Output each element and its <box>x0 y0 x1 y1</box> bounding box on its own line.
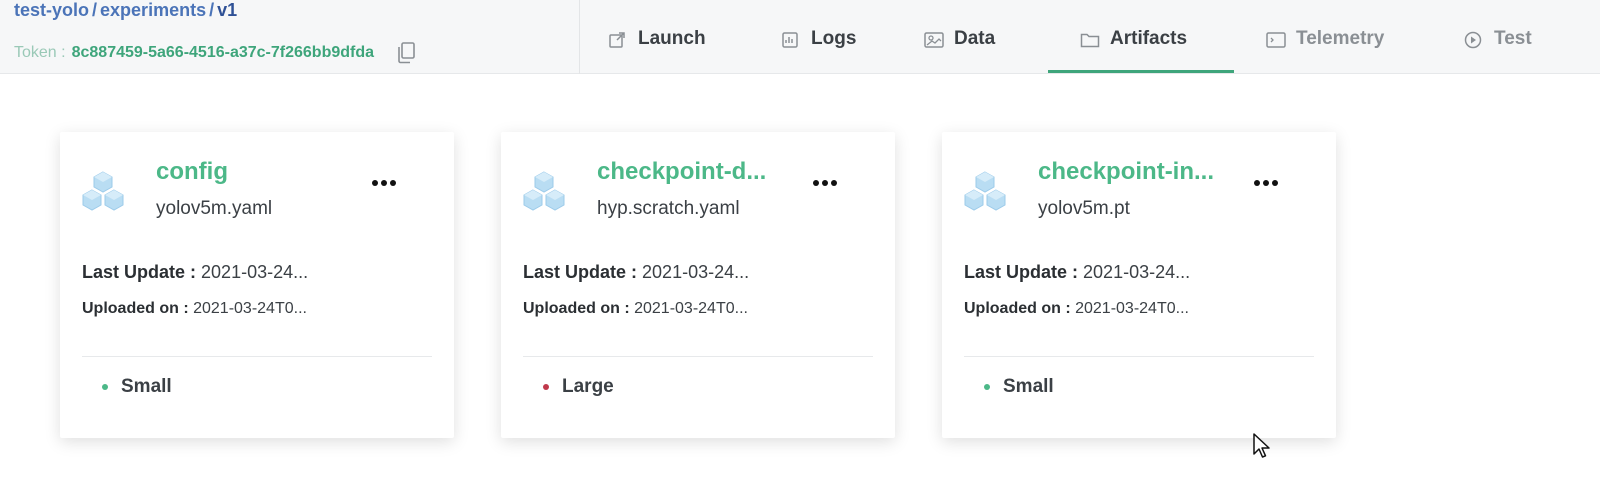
more-dot-icon <box>372 180 378 186</box>
tab-logs[interactable]: Logs <box>781 28 856 74</box>
more-options-button[interactable] <box>1252 172 1282 192</box>
artifact-filename: hyp.scratch.yaml <box>597 198 740 219</box>
mouse-cursor-icon <box>1252 432 1272 462</box>
size-tag: Large <box>543 376 614 398</box>
breadcrumb-separator: / <box>92 0 98 20</box>
card-divider <box>964 356 1314 357</box>
more-dot-icon <box>822 180 828 186</box>
tab-label: Artifacts <box>1110 28 1188 49</box>
token-row: Token : 8c887459-5a66-4516-a37c-7f266bb9… <box>14 42 416 64</box>
tab-label: Data <box>954 28 996 49</box>
uploaded-on-label: Uploaded on : <box>82 300 189 317</box>
terminal-icon <box>1266 31 1286 49</box>
tab-launch[interactable]: Launch <box>608 28 706 74</box>
artifact-list: config yolov5m.yaml Last Update : 2021-0… <box>0 74 1600 496</box>
artifact-card[interactable]: checkpoint-in... yolov5m.pt Last Update … <box>942 132 1336 438</box>
more-options-button[interactable] <box>811 172 841 192</box>
artifact-title[interactable]: checkpoint-d... <box>597 158 766 186</box>
breadcrumb-section-link[interactable]: experiments <box>100 0 206 20</box>
breadcrumb-current: v1 <box>217 0 238 20</box>
uploaded-on-value: 2021-03-24T0... <box>634 300 748 317</box>
more-dot-icon <box>381 180 387 186</box>
last-update: Last Update : 2021-03-24... <box>523 262 749 283</box>
card-divider <box>523 356 873 357</box>
more-dot-icon <box>1254 180 1260 186</box>
active-tab-indicator <box>1048 70 1234 73</box>
size-tag: Small <box>984 376 1054 398</box>
cubes-icon <box>80 168 126 214</box>
size-dot-icon <box>984 384 990 390</box>
artifact-filename: yolov5m.pt <box>1038 198 1130 219</box>
tab-label: Launch <box>638 28 706 49</box>
tab-label: Logs <box>811 28 857 49</box>
size-label: Small <box>1003 376 1054 397</box>
tab-artifacts[interactable]: Artifacts <box>1080 28 1187 74</box>
uploaded-on-value: 2021-03-24T0... <box>1075 300 1189 317</box>
artifact-title[interactable]: config <box>156 158 228 186</box>
experiment-info: test-yolo / experiments / v1 Token : 8c88745… <box>0 0 580 74</box>
tab-label: Test <box>1494 28 1532 49</box>
breadcrumb-project-link[interactable]: test-yolo <box>14 0 89 20</box>
last-update-label: Last Update : <box>964 262 1079 282</box>
uploaded-on: Uploaded on : 2021-03-24T0... <box>523 300 748 318</box>
token-label: Token : <box>14 44 66 61</box>
last-update-label: Last Update : <box>82 262 197 282</box>
artifact-card[interactable]: checkpoint-d... hyp.scratch.yaml Last Up… <box>501 132 895 438</box>
uploaded-on: Uploaded on : 2021-03-24T0... <box>82 300 307 318</box>
top-header: test-yolo / experiments / v1 Token : 8c88745… <box>0 0 1600 74</box>
size-dot-icon <box>543 384 549 390</box>
artifact-title[interactable]: checkpoint-in... <box>1038 158 1214 186</box>
artifact-filename: yolov5m.yaml <box>156 198 273 219</box>
size-label: Large <box>562 376 614 397</box>
last-update-value: 2021-03-24... <box>642 262 750 282</box>
token-value: 8c887459-5a66-4516-a37c-7f266bb9dfda <box>71 44 375 61</box>
cubes-icon <box>962 168 1008 214</box>
card-divider <box>82 356 432 357</box>
tab-test[interactable]: Test <box>1464 28 1532 74</box>
breadcrumb-separator: / <box>209 0 215 20</box>
size-label: Small <box>121 376 172 397</box>
last-update-value: 2021-03-24... <box>1083 262 1191 282</box>
last-update-label: Last Update : <box>523 262 638 282</box>
logs-icon <box>781 31 799 49</box>
last-update-value: 2021-03-24... <box>201 262 309 282</box>
last-update: Last Update : 2021-03-24... <box>82 262 308 283</box>
uploaded-on-value: 2021-03-24T0... <box>193 300 307 317</box>
artifact-card[interactable]: config yolov5m.yaml Last Update : 2021-0… <box>60 132 454 438</box>
more-dot-icon <box>390 180 396 186</box>
more-dot-icon <box>813 180 819 186</box>
uploaded-on-label: Uploaded on : <box>964 300 1071 317</box>
uploaded-on: Uploaded on : 2021-03-24T0... <box>964 300 1189 318</box>
breadcrumb: test-yolo / experiments / v1 <box>14 0 237 21</box>
size-dot-icon <box>102 384 108 390</box>
uploaded-on-label: Uploaded on : <box>523 300 630 317</box>
tab-telemetry[interactable]: Telemetry <box>1266 28 1384 74</box>
tab-data[interactable]: Data <box>924 28 995 74</box>
tab-label: Telemetry <box>1296 28 1385 49</box>
tab-bar: Launch Logs Data Artifacts Telemetry Tes… <box>600 0 1600 74</box>
more-dot-icon <box>1272 180 1278 186</box>
cubes-icon <box>521 168 567 214</box>
folder-icon <box>1080 31 1100 49</box>
size-tag: Small <box>102 376 172 398</box>
copy-icon[interactable] <box>396 42 416 64</box>
play-circle-icon <box>1464 31 1482 49</box>
last-update: Last Update : 2021-03-24... <box>964 262 1190 283</box>
launch-icon <box>608 31 626 49</box>
more-dot-icon <box>831 180 837 186</box>
more-options-button[interactable] <box>370 172 400 192</box>
data-icon <box>924 31 944 49</box>
more-dot-icon <box>1263 180 1269 186</box>
